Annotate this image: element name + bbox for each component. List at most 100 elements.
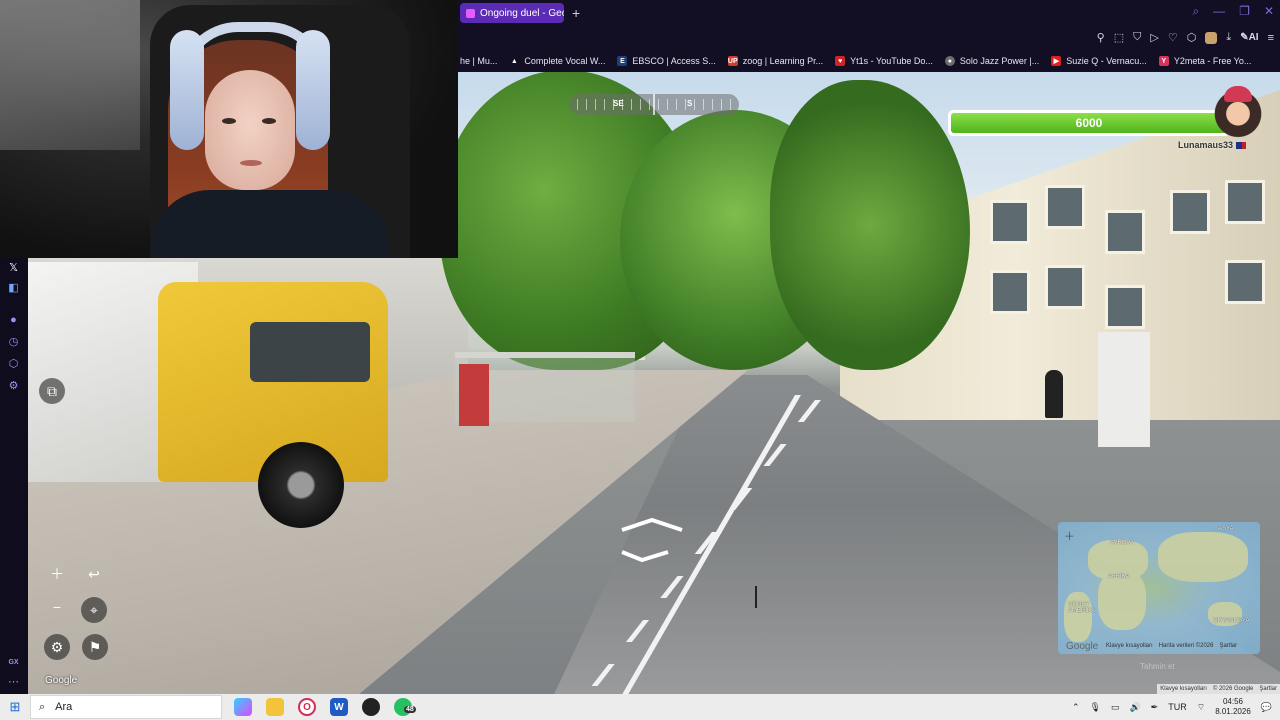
settings-icon[interactable]: ⚙ [7, 380, 20, 393]
tab-geoguessr[interactable]: Ongoing duel - GeoGu [460, 3, 564, 23]
tab-title: Ongoing duel - GeoGu [480, 7, 564, 19]
vocal-icon: ▲ [510, 57, 518, 65]
network-icon[interactable]: ▭ [1111, 702, 1120, 713]
bookmark-item[interactable]: E EBSCO | Access S... [617, 56, 716, 66]
spotify-icon[interactable]: ● [7, 314, 20, 327]
guess-button[interactable]: Tahmin et [1140, 662, 1175, 671]
headphone-cup-left [170, 30, 204, 150]
extensions-icon[interactable]: ⬡ [1187, 31, 1197, 44]
compass-needle [653, 94, 655, 115]
settings-button[interactable]: ⚙ [44, 634, 70, 660]
map-footer-text: Harita verileri ©2026 [1158, 643, 1214, 649]
compass-label-se: SE [613, 99, 624, 108]
flag-checkpoint-button[interactable]: ⚑ [82, 634, 108, 660]
word-icon[interactable]: W [330, 698, 348, 716]
attribution-link[interactable]: Şartlar [1259, 686, 1277, 692]
map-footer-link[interactable]: Şartlar [1219, 643, 1237, 649]
new-tab-button[interactable]: + [572, 5, 580, 21]
opera-gx-icon[interactable]: O [298, 698, 316, 716]
pin-icon[interactable]: ⚲ [1097, 31, 1105, 44]
player-name-text: Lunamaus33 [1178, 140, 1234, 150]
whatsapp-icon[interactable]: 48 [394, 698, 416, 716]
map-label: OKYANUSYA [1213, 618, 1250, 624]
bookmarks-bar: he | Mu... ▲ Complete Vocal W... E EBSCO |… [458, 50, 1280, 72]
truck-wheel [258, 442, 344, 528]
bookmark-item[interactable]: ▶ Suzie Q - Vernacu... [1051, 56, 1147, 66]
taskbar-search[interactable]: ⌕ Ara [30, 695, 222, 719]
search-placeholder: Ara [55, 701, 73, 713]
ai-icon[interactable]: ✎AI [1240, 32, 1258, 43]
x-twitter-icon[interactable]: 𝕏 [7, 262, 20, 275]
minimap-footer: Google Klavye kısayolları Harita veriler… [1058, 640, 1260, 652]
streamer-shirt [150, 190, 390, 258]
bookmark-label: zoog | Learning Pr... [742, 56, 824, 66]
cursor-reticle [755, 586, 757, 608]
copilot-icon[interactable] [234, 698, 252, 716]
continent-south-america [1064, 592, 1092, 642]
tree-right [770, 80, 970, 370]
gx-corner-icon[interactable]: ◧ [7, 282, 20, 295]
compass: SE S [569, 94, 739, 115]
bookmark-item[interactable]: ▲ Complete Vocal W... [509, 56, 606, 66]
language-indicator[interactable]: TUR [1168, 702, 1187, 712]
report-location-icon[interactable]: ⧉ [39, 378, 65, 404]
compass-label-s: S [687, 99, 693, 108]
player-avatar [1214, 84, 1262, 138]
truck [28, 262, 388, 532]
map-zoom-in-icon[interactable]: ＋ [1064, 528, 1075, 544]
obs-icon[interactable] [362, 698, 380, 716]
clock[interactable]: 04:56 8.01.2026 [1215, 697, 1251, 717]
gx-logo-icon[interactable]: GX [7, 656, 20, 669]
streamer-face [205, 70, 295, 190]
zoom-in-button[interactable]: ＋ [44, 561, 70, 587]
bookmark-item[interactable]: he | Mu... [460, 56, 497, 66]
continent-asia [1158, 532, 1248, 582]
guess-minimap[interactable]: ＋ ASYA AVRUPA AFRİKA GÜNEY AMERİKA OKYAN… [1058, 522, 1260, 654]
screenshot-icon[interactable]: ⬚ [1114, 31, 1124, 44]
whatsapp-badge: 48 [404, 706, 416, 713]
history-icon[interactable]: ◷ [7, 336, 20, 349]
profile-avatar-icon[interactable] [1205, 31, 1218, 44]
move-arrow-icon[interactable] [620, 518, 690, 563]
bookmark-icon[interactable]: ♡ [1168, 31, 1178, 44]
pen-icon[interactable]: ✒ [1151, 702, 1159, 713]
bookmark-item[interactable]: ● Solo Jazz Power |... [944, 56, 1039, 66]
window [1045, 265, 1085, 309]
menu-icon[interactable]: ≡ [1268, 32, 1274, 44]
microphone-icon[interactable]: 🎙 [1090, 702, 1101, 713]
search-tabs-icon[interactable]: ⌕ [1192, 4, 1199, 19]
map-label: GÜNEY AMERİKA [1068, 602, 1096, 614]
extensions-icon[interactable]: ⬡ [7, 358, 20, 371]
file-explorer-icon[interactable] [266, 698, 284, 716]
close-icon[interactable]: ✕ [1264, 4, 1274, 19]
clock-date: 8.01.2026 [1215, 707, 1251, 716]
play-icon[interactable]: ▷ [1150, 31, 1158, 44]
zoom-out-button[interactable]: − [44, 594, 70, 620]
player-name: Lunamaus33 [1178, 140, 1247, 150]
attribution-text: © 2026 Google [1212, 686, 1254, 692]
windows-start-icon[interactable]: ⊞ [0, 699, 30, 715]
streamer-eye [262, 118, 276, 124]
notifications-icon[interactable]: 💬 [1261, 702, 1272, 713]
volume-icon[interactable]: 🔊 [1129, 702, 1140, 713]
undo-move-button[interactable]: ↩ [81, 561, 107, 587]
show-hidden-icons-icon[interactable]: ⌃ [1072, 702, 1080, 713]
truck-window [250, 322, 370, 382]
bookmark-item[interactable]: Y Y2meta - Free Yo... [1158, 56, 1251, 66]
download-icon[interactable]: ⤓ [1226, 31, 1231, 44]
window [1105, 210, 1145, 254]
shield-icon[interactable]: ⛉ [1133, 31, 1141, 44]
ai-label: AI [1248, 32, 1259, 43]
attribution-link[interactable]: Klavye kısayolları [1160, 686, 1207, 692]
health-bar: 6000 [948, 110, 1230, 136]
map-footer-link[interactable]: Klavye kısayolları [1106, 643, 1153, 649]
return-to-start-button[interactable]: ⌖ [81, 597, 107, 623]
bookmark-item[interactable]: UP zoog | Learning Pr... [727, 56, 824, 66]
bus-shelter [455, 352, 635, 426]
wifi-icon[interactable]: ⌔ [1197, 702, 1205, 713]
maximize-icon[interactable]: ❐ [1239, 4, 1250, 19]
more-icon[interactable]: ⋯ [7, 676, 20, 689]
minimize-icon[interactable]: — [1213, 4, 1225, 19]
map-label: AFRİKA [1108, 574, 1130, 580]
bookmark-item[interactable]: ♥ Yt1s - YouTube Do... [835, 56, 933, 66]
